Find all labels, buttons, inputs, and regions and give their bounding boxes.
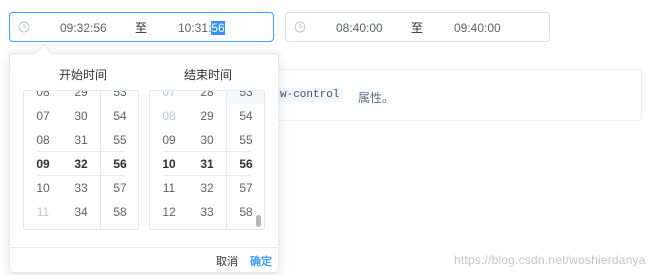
spinner-item[interactable]: 07 (24, 104, 62, 128)
spinner-item[interactable]: 10 (24, 176, 62, 200)
selection-line-top (38, 151, 124, 152)
time-range-input-2[interactable]: 08:40:00 至 09:40:00 (285, 12, 550, 42)
end-time-title: 结束时间 (184, 68, 233, 82)
selection-line-top (164, 151, 250, 152)
picker-footer: 取消 确定 (10, 247, 278, 274)
time-range-picker-panel: 开始时间 结束时间 08 07 08 09 10 11 29 30 31 32 … (9, 44, 279, 274)
seconds-column[interactable]: 53 54 55 56 57 58 (100, 91, 138, 229)
range-start-value[interactable]: 09:32:56 (60, 22, 107, 34)
spinner-item-disabled: 11 (36, 205, 50, 219)
spinner-item[interactable]: 54 (101, 104, 138, 128)
end-time-spinner: 07 08 09 10 11 12 28 29 30 31 32 33 53 5… (149, 90, 265, 230)
spinner-item-disabled: 07 (162, 90, 176, 99)
spinner-item[interactable]: 31 (62, 128, 100, 152)
spinner-item[interactable]: 55 (227, 128, 264, 152)
spinner-item-selected[interactable]: 32 (62, 152, 100, 176)
spinner-item[interactable]: 30 (188, 128, 226, 152)
spinner-item[interactable]: 12 (150, 200, 188, 224)
selection-line-bottom (38, 175, 124, 176)
cancel-button[interactable]: 取消 (216, 256, 238, 268)
spinner-item[interactable]: 29 (62, 91, 100, 104)
clock-icon (294, 21, 306, 33)
range-separator: 至 (411, 21, 424, 35)
code-snippet: w-control (276, 88, 344, 102)
doc-description-box: w-control 属性。 (265, 69, 642, 121)
scrollbar-thumb[interactable] (256, 215, 261, 227)
minutes-column[interactable]: 28 29 30 31 32 33 (188, 91, 226, 229)
spinner-item[interactable]: 55 (101, 128, 138, 152)
spinner-item[interactable]: 28 (188, 91, 226, 104)
spinner-item[interactable]: 53 (101, 91, 138, 104)
range-end-value[interactable]: 10:31:56 (178, 21, 225, 35)
range-end-value[interactable]: 09:40:00 (454, 22, 501, 34)
spinner-item[interactable]: 30 (62, 104, 100, 128)
spinner-item[interactable]: 29 (188, 104, 226, 128)
spinner-item-selected[interactable]: 56 (227, 152, 264, 176)
popover-arrow (34, 44, 53, 63)
watermark: https://blog.csdn.net/woshierdanya (454, 253, 646, 267)
spinner-item[interactable]: 34 (62, 200, 100, 224)
spinner-item[interactable]: 32 (188, 176, 226, 200)
range-start-value[interactable]: 08:40:00 (336, 22, 383, 34)
spinner-item[interactable]: 11 (150, 176, 188, 200)
minutes-column[interactable]: 29 30 31 32 33 34 (62, 91, 100, 229)
spinner-item[interactable]: 57 (101, 176, 138, 200)
clock-icon (18, 21, 30, 33)
start-time-title: 开始时间 (59, 68, 108, 82)
hours-column[interactable]: 07 08 09 10 11 12 (150, 91, 188, 229)
description-text: 属性。 (358, 91, 395, 105)
confirm-button[interactable]: 确定 (250, 256, 272, 268)
spinner-item-selected[interactable]: 56 (101, 152, 138, 176)
hours-column[interactable]: 08 07 08 09 10 11 (24, 91, 62, 229)
spinner-item[interactable]: 58 (101, 200, 138, 224)
spinner-item-selected[interactable]: 31 (188, 152, 226, 176)
spinner-item-selected[interactable]: 09 (24, 152, 62, 176)
spinner-item[interactable]: 33 (62, 176, 100, 200)
spinner-item-hover[interactable]: 53 (227, 91, 264, 104)
selection-line-bottom (164, 175, 250, 176)
spinner-item[interactable]: 09 (150, 128, 188, 152)
spinner-item[interactable]: 08 (24, 91, 62, 104)
start-time-spinner: 08 07 08 09 10 11 29 30 31 32 33 34 53 5… (23, 90, 139, 230)
spinner-item[interactable]: 08 (24, 128, 62, 152)
spinner-item[interactable]: 54 (227, 104, 264, 128)
selected-text: 56 (211, 21, 225, 35)
seconds-column[interactable]: 53 54 55 56 57 58 (226, 91, 264, 229)
range-separator: 至 (135, 21, 148, 35)
spinner-item-disabled: 08 (162, 109, 176, 123)
spinner-item-selected[interactable]: 10 (150, 152, 188, 176)
spinner-item[interactable]: 57 (227, 176, 264, 200)
spinner-item[interactable]: 33 (188, 200, 226, 224)
time-range-input-1[interactable]: 09:32:56 至 10:31:56 (9, 12, 274, 42)
